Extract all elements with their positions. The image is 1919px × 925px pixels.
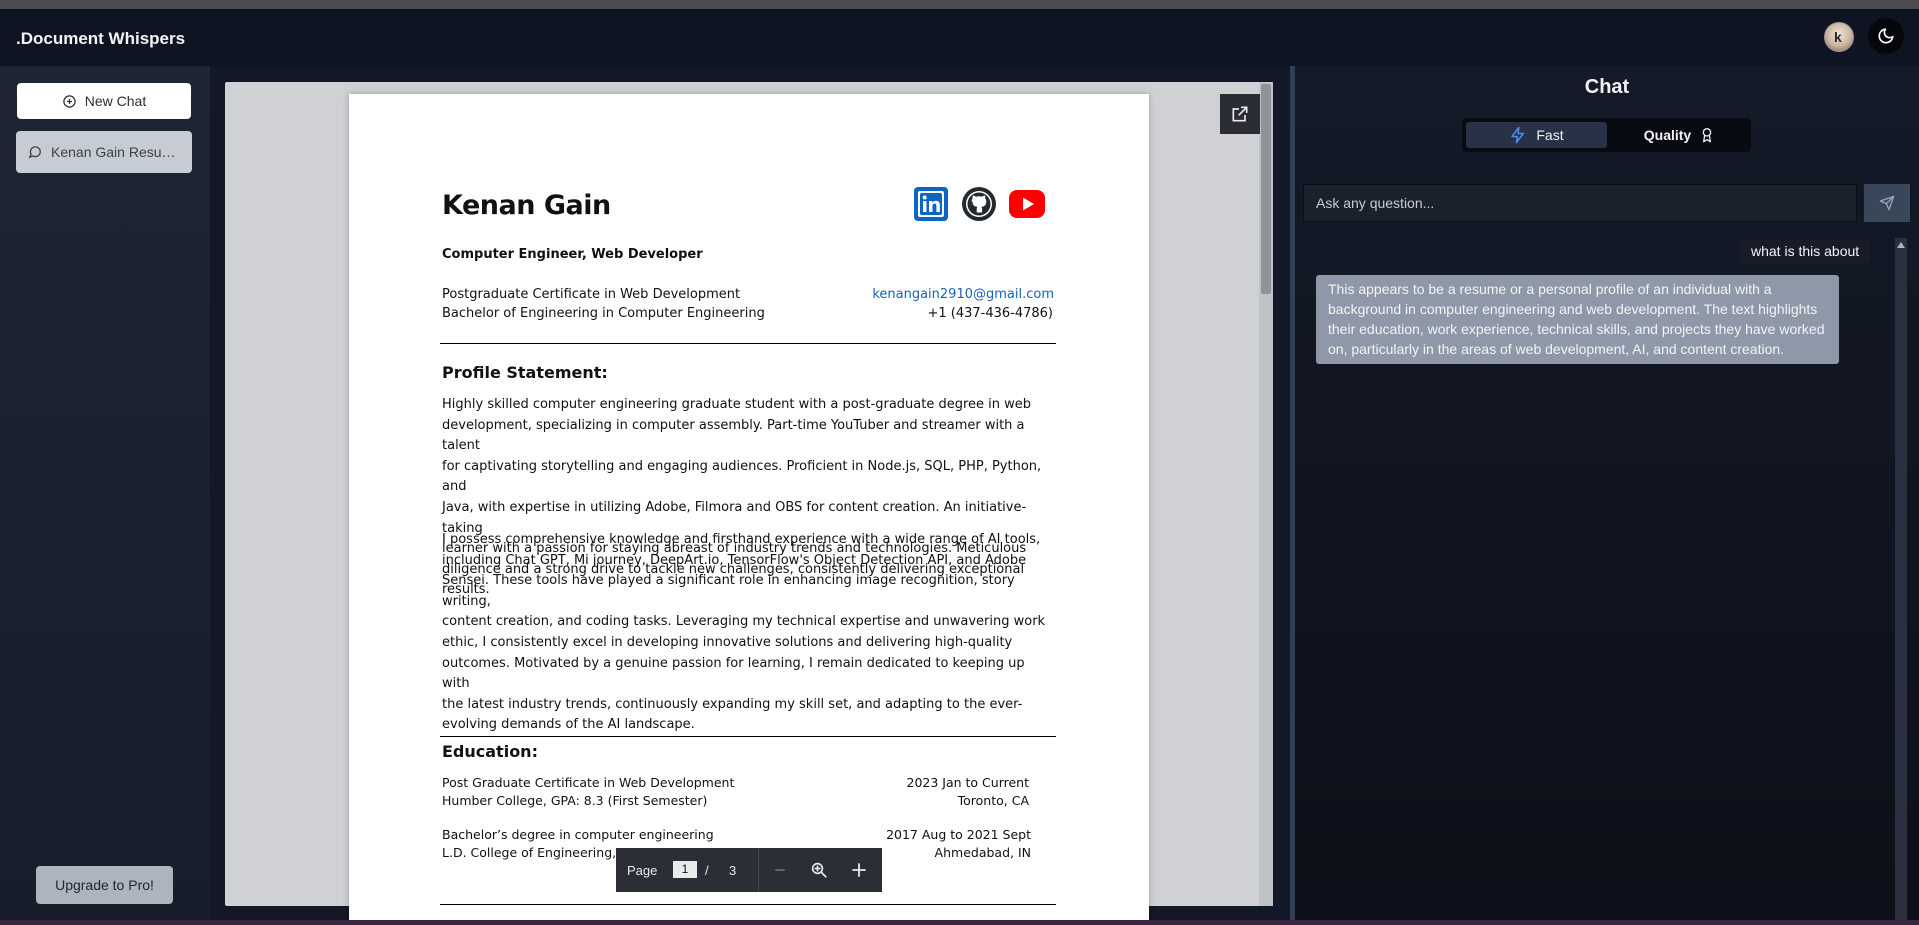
chat-title: Chat [1584, 76, 1630, 98]
resume-degree-2: Bachelor of Engineering in Computer Engi… [442, 306, 765, 321]
text-line: development, specializing in computer as… [442, 417, 1025, 454]
text-line: Sensei. These tools have played a signif… [442, 573, 1015, 609]
pdf-page: Kenan Gain Computer Engineer, Web Develo… [349, 94, 1149, 925]
education-school: Humber College, GPA: 8.3 (First Semester… [442, 793, 708, 808]
chat-scrollbar[interactable] [1895, 238, 1907, 925]
mode-toggle: Fast Quality [1462, 118, 1751, 152]
page-navigator: Page 1 / 3 [616, 848, 882, 892]
award-icon [1702, 128, 1712, 143]
avatar[interactable]: k [1824, 22, 1854, 52]
chat-panel: Chat Fast Quality [1295, 66, 1919, 925]
zoom-out-button[interactable] [768, 858, 792, 882]
zoom-in-button[interactable] [847, 858, 871, 882]
assistant-message: This appears to be a resume or a persona… [1316, 275, 1839, 364]
plus-icon [852, 863, 866, 877]
text-line: for captivating storytelling and engagin… [442, 458, 1042, 495]
section-divider [440, 343, 1056, 344]
education-location: Ahmedabad, IN [934, 845, 1031, 860]
profile-paragraph-2: I possess comprehensive knowledge and fi… [442, 530, 1056, 736]
theme-toggle-button[interactable] [1868, 18, 1904, 54]
send-icon [1879, 195, 1895, 211]
app-header [0, 9, 1919, 66]
new-chat-button[interactable]: New Chat [17, 83, 191, 119]
lightning-icon [1511, 126, 1525, 144]
pager-divider [758, 848, 759, 892]
minus-icon [775, 869, 785, 871]
sidebar: New Chat Kenan Gain Resume.pdf Upgrade t… [0, 66, 210, 925]
mode-fast-button[interactable]: Fast [1466, 122, 1607, 148]
text-line: including Chat GPT, Mi journey, DeepArt.… [442, 552, 1027, 568]
education-dates: 2017 Aug to 2021 Sept [886, 827, 1031, 842]
education-title: Bachelor’s degree in computer engineerin… [442, 827, 714, 842]
education-dates: 2023 Jan to Current [906, 775, 1030, 790]
mode-fast-label: Fast [1536, 127, 1564, 143]
sidebar-chat-label: Kenan Gain Resume.pdf [51, 144, 181, 160]
resume-email-link[interactable]: kenangain2910@gmail.com [872, 287, 1054, 302]
text-line: ethic, I consistently excel in developin… [442, 634, 1013, 650]
youtube-icon[interactable] [1009, 187, 1045, 221]
github-icon[interactable] [962, 187, 996, 221]
text-line: the latest industry trends, continuously… [442, 696, 1023, 712]
send-button[interactable] [1864, 184, 1910, 222]
section-divider [440, 736, 1056, 737]
sidebar-chat-item[interactable]: Kenan Gain Resume.pdf [16, 131, 192, 173]
page-label: Page [627, 863, 658, 878]
app-title[interactable]: .Document Whispers [16, 29, 185, 49]
text-line: evolving demands of the AI landscape. [442, 717, 695, 733]
message-circle-icon [28, 146, 41, 159]
page-number-input[interactable]: 1 [673, 861, 697, 878]
viewer-scrollbar-thumb[interactable] [1261, 84, 1271, 294]
education-location: Toronto, CA [957, 793, 1029, 808]
resume-degree-1: Postgraduate Certificate in Web Developm… [442, 287, 741, 302]
upgrade-button[interactable]: Upgrade to Pro! [36, 866, 173, 904]
page-separator: / [705, 863, 709, 878]
page-total: 3 [729, 863, 737, 878]
zoom-button[interactable] [807, 858, 831, 882]
education-title: Post Graduate Certificate in Web Develop… [442, 775, 735, 790]
browser-top-strip [0, 0, 1919, 9]
bottom-strip [0, 920, 1919, 925]
user-message: what is this about [1740, 239, 1871, 263]
external-link-icon [1232, 106, 1248, 122]
resume-role: Computer Engineer, Web Developer [442, 247, 703, 262]
zoom-icon [811, 862, 827, 878]
text-line: I possess comprehensive knowledge and fi… [442, 532, 1041, 547]
open-external-button[interactable] [1220, 94, 1260, 134]
plus-circle-icon [63, 94, 76, 108]
mode-quality-button[interactable]: Quality [1612, 122, 1747, 148]
text-line: Highly skilled computer engineering grad… [442, 397, 1032, 412]
text-line: content creation, and coding tasks. Leve… [442, 614, 1046, 630]
mode-quality-label: Quality [1643, 127, 1692, 143]
moon-icon [1878, 28, 1894, 44]
avatar-initial: k [1834, 29, 1842, 45]
resume-name: Kenan Gain [442, 190, 611, 221]
section-divider [440, 904, 1056, 905]
linkedin-icon[interactable] [914, 187, 948, 221]
question-input[interactable] [1303, 184, 1857, 222]
new-chat-label: New Chat [84, 93, 147, 109]
text-line: outcomes. Motivated by a genuine passion… [442, 655, 1025, 692]
resume-phone: +1 (437-436-4786) [927, 306, 1053, 321]
education-heading: Education: [442, 742, 538, 761]
scroll-up-arrow-icon[interactable] [1897, 242, 1905, 248]
profile-heading: Profile Statement: [442, 363, 608, 382]
